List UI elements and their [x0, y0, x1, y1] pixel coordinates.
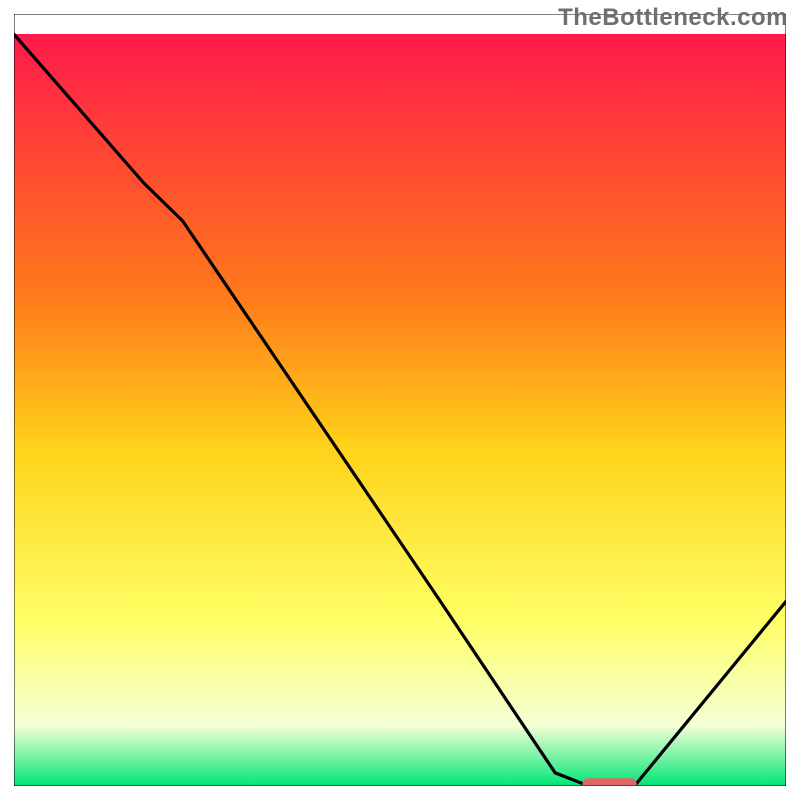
optimal-marker [582, 778, 636, 792]
plot-area [12, 12, 788, 792]
chart-container: TheBottleneck.com [0, 0, 800, 800]
bottleneck-chart [0, 0, 800, 800]
gradient-background [14, 34, 786, 786]
watermark-text: TheBottleneck.com [558, 4, 788, 32]
